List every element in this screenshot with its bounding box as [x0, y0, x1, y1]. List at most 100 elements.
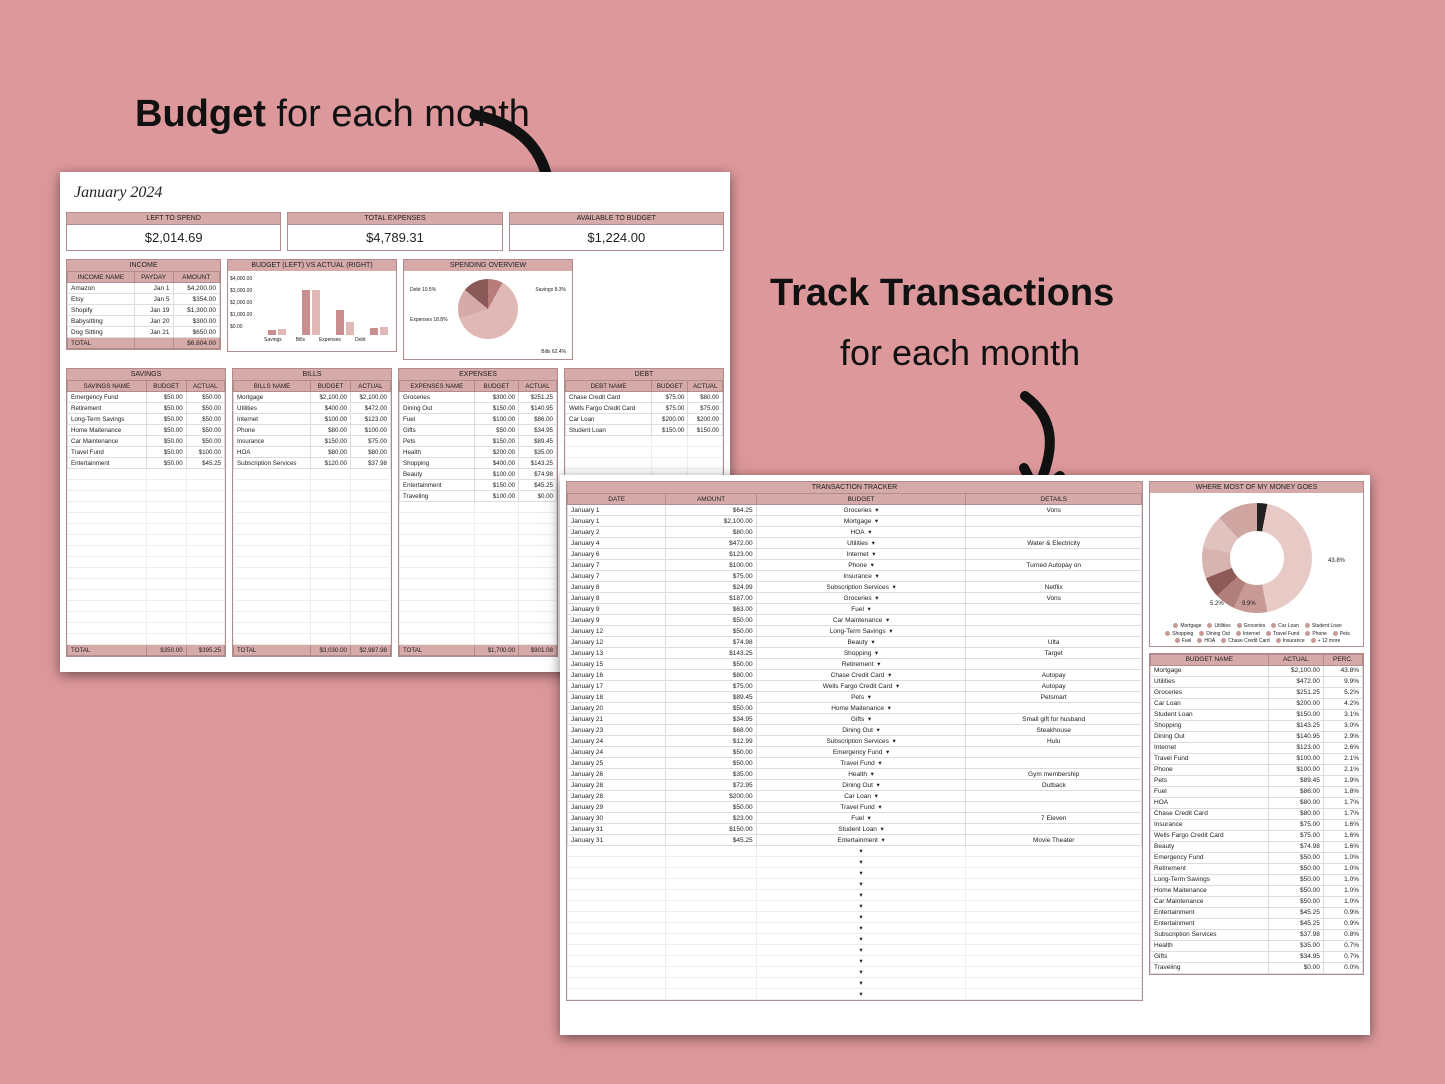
table-row[interactable]: Entertainment$45.250.9%	[1151, 918, 1363, 929]
table-row[interactable]: Mortgage$2,100.0043.8%	[1151, 665, 1363, 676]
table-row[interactable]: HOA$80.001.7%	[1151, 797, 1363, 808]
table-row[interactable]: Wells Fargo Credit Card$75.00$75.00	[566, 403, 723, 414]
table-row[interactable]: Pets$89.451.9%	[1151, 775, 1363, 786]
table-row[interactable]: January 7$100.00Phone ▾Turned Autopay on	[568, 560, 1142, 571]
tracker-table[interactable]: DATEAMOUNTBUDGETDETAILSJanuary 1$64.25Gr…	[567, 493, 1142, 1000]
table-row[interactable]: Car Maintenance$50.001.0%	[1151, 896, 1363, 907]
table-row[interactable]: Dining Out$140.952.9%	[1151, 731, 1363, 742]
table-row[interactable]: Utilities$472.009.9%	[1151, 676, 1363, 687]
table-row[interactable]: January 29$50.00Travel Fund ▾	[568, 802, 1142, 813]
table-row[interactable]: January 16$80.00Chase Credit Card ▾Autop…	[568, 670, 1142, 681]
table-row[interactable]: Car Maintenance$50.00$50.00	[68, 436, 225, 447]
table-row[interactable]: Chase Credit Card$75.00$80.00	[566, 392, 723, 403]
table-row[interactable]: Utilities$400.00$472.00	[234, 403, 391, 414]
table-row[interactable]: Mortgage$2,100.00$2,100.00	[234, 392, 391, 403]
table-row[interactable]: Fuel$100.00$86.00	[400, 414, 557, 425]
table-row[interactable]: January 17$75.00Wells Fargo Credit Card …	[568, 681, 1142, 692]
table-row[interactable]: Subscription Services$120.00$37.98	[234, 458, 391, 469]
income-table[interactable]: INCOME NAMEPAYDAYAMOUNTAmazonJan 1$4,200…	[67, 271, 220, 349]
table-row[interactable]: Shopping$400.00$143.25	[400, 458, 557, 469]
table-row[interactable]: January 28$200.00Car Loan ▾	[568, 791, 1142, 802]
table-row[interactable]: Groceries$251.255.2%	[1151, 687, 1363, 698]
table-row[interactable]: Entertainment$50.00$45.25	[68, 458, 225, 469]
table-row[interactable]: January 20$50.00Home Maitenance ▾	[568, 703, 1142, 714]
table-row[interactable]: January 30$23.00Fuel ▾7 Eleven	[568, 813, 1142, 824]
table-row[interactable]: Home Maitenance$50.001.0%	[1151, 885, 1363, 896]
table-row[interactable]: AmazonJan 1$4,200.00	[68, 283, 220, 294]
expenses-table[interactable]: EXPENSES NAMEBUDGETACTUALGroceries$300.0…	[399, 380, 557, 656]
table-row[interactable]: Health$200.00$35.00	[400, 447, 557, 458]
table-row[interactable]: Car Loan$200.00$200.00	[566, 414, 723, 425]
table-row[interactable]: January 6$123.00Internet ▾	[568, 549, 1142, 560]
table-row[interactable]: Long-Term Savings$50.001.0%	[1151, 874, 1363, 885]
table-row[interactable]: January 25$50.00Travel Fund ▾	[568, 758, 1142, 769]
table-row[interactable]: Pets$150.00$89.45	[400, 436, 557, 447]
table-row[interactable]: Beauty$74.981.6%	[1151, 841, 1363, 852]
table-row[interactable]: Retirement$50.001.0%	[1151, 863, 1363, 874]
table-row[interactable]: Retirement$50.00$50.00	[68, 403, 225, 414]
table-row[interactable]: Insurance$75.001.6%	[1151, 819, 1363, 830]
table-row[interactable]: Home Maitenance$50.00$50.00	[68, 425, 225, 436]
table-row[interactable]: January 12$74.98Beauty ▾Ulta	[568, 637, 1142, 648]
table-row[interactable]: Wells Fargo Credit Card$75.001.6%	[1151, 830, 1363, 841]
table-row[interactable]: Traveling$0.000.0%	[1151, 962, 1363, 973]
table-row[interactable]: Travel Fund$100.002.1%	[1151, 753, 1363, 764]
table-row[interactable]: January 8$24.99Subscription Services ▾Ne…	[568, 582, 1142, 593]
table-row[interactable]: Entertainment$150.00$45.25	[400, 480, 557, 491]
savings-table[interactable]: SAVINGS NAMEBUDGETACTUALEmergency Fund$5…	[67, 380, 225, 656]
table-row[interactable]: January 2$80.00HOA ▾	[568, 527, 1142, 538]
table-row[interactable]: Health$35.000.7%	[1151, 940, 1363, 951]
donut-legend: MortgageUtilitiesGroceriesCar LoanStuden…	[1150, 623, 1363, 646]
table-row[interactable]: Beauty$100.00$74.98	[400, 469, 557, 480]
table-row[interactable]: Dog SittingJan 21$650.00	[68, 327, 220, 338]
table-row[interactable]: January 31$150.00Student Loan ▾	[568, 824, 1142, 835]
table-row[interactable]: January 28$72.95Dining Out ▾Outback	[568, 780, 1142, 791]
table-row[interactable]: Car Loan$200.004.2%	[1151, 698, 1363, 709]
table-row[interactable]: Student Loan$150.00$150.00	[566, 425, 723, 436]
summary-table[interactable]: BUDGET NAMEACTUALPERC.Mortgage$2,100.004…	[1150, 654, 1363, 974]
table-row[interactable]: Groceries$300.00$251.25	[400, 392, 557, 403]
table-row[interactable]: January 13$143.25Shopping ▾Target	[568, 648, 1142, 659]
table-row[interactable]: ShopifyJan 19$1,300.00	[68, 305, 220, 316]
table-row[interactable]: Travel Fund$50.00$100.00	[68, 447, 225, 458]
table-row[interactable]: January 21$34.95Gifts ▾Small gift for hu…	[568, 714, 1142, 725]
table-row[interactable]: January 8$187.00Groceries ▾Vons	[568, 593, 1142, 604]
table-row[interactable]: January 23$68.00Dining Out ▾Steakhouse	[568, 725, 1142, 736]
table-row[interactable]: January 26$35.00Health ▾Gym membership	[568, 769, 1142, 780]
table-row[interactable]: Emergency Fund$50.001.0%	[1151, 852, 1363, 863]
table-row[interactable]: January 31$45.25Entertainment ▾Movie The…	[568, 835, 1142, 846]
table-row[interactable]: January 18$89.45Pets ▾Petsmart	[568, 692, 1142, 703]
table-row[interactable]: Subscription Services$37.980.8%	[1151, 929, 1363, 940]
transaction-sheet: TRANSACTION TRACKER DATEAMOUNTBUDGETDETA…	[560, 475, 1370, 1035]
table-row[interactable]: BabysittingJan 20$300.00	[68, 316, 220, 327]
table-row[interactable]: Gifts$34.950.7%	[1151, 951, 1363, 962]
table-row[interactable]: January 1$64.25Groceries ▾Vons	[568, 505, 1142, 516]
table-row[interactable]: Shopping$143.253.0%	[1151, 720, 1363, 731]
table-row[interactable]: Insurance$150.00$75.00	[234, 436, 391, 447]
table-row[interactable]: January 24$12.99Subscription Services ▾H…	[568, 736, 1142, 747]
table-row[interactable]: Phone$80.00$100.00	[234, 425, 391, 436]
table-row[interactable]: Traveling$100.00$0.00	[400, 491, 557, 502]
table-row[interactable]: Internet$123.002.6%	[1151, 742, 1363, 753]
table-row[interactable]: Long-Term Savings$50.00$50.00	[68, 414, 225, 425]
table-row[interactable]: January 24$50.00Emergency Fund ▾	[568, 747, 1142, 758]
bills-table[interactable]: BILLS NAMEBUDGETACTUALMortgage$2,100.00$…	[233, 380, 391, 656]
table-row[interactable]: Phone$100.002.1%	[1151, 764, 1363, 775]
table-row[interactable]: Emergency Fund$50.00$50.00	[68, 392, 225, 403]
table-row[interactable]: January 7$75.00Insurance ▾	[568, 571, 1142, 582]
table-row[interactable]: January 9$63.00Fuel ▾	[568, 604, 1142, 615]
table-row[interactable]: January 12$50.00Long-Term Savings ▾	[568, 626, 1142, 637]
table-row[interactable]: Entertainment$45.250.9%	[1151, 907, 1363, 918]
table-row[interactable]: EtsyJan 5$354.00	[68, 294, 220, 305]
table-row[interactable]: Student Loan$150.003.1%	[1151, 709, 1363, 720]
table-row[interactable]: Chase Credit Card$80.001.7%	[1151, 808, 1363, 819]
table-row[interactable]: Fuel$86.001.8%	[1151, 786, 1363, 797]
table-row[interactable]: January 4$472.00Utilities ▾Water & Elect…	[568, 538, 1142, 549]
table-row[interactable]: Dining Out$150.00$140.95	[400, 403, 557, 414]
table-row[interactable]: HOA$80.00$80.00	[234, 447, 391, 458]
table-row[interactable]: January 15$50.00Retirement ▾	[568, 659, 1142, 670]
table-row[interactable]: Internet$100.00$123.00	[234, 414, 391, 425]
table-row[interactable]: January 1$2,100.00Mortgage ▾	[568, 516, 1142, 527]
table-row[interactable]: January 9$50.00Car Maintenance ▾	[568, 615, 1142, 626]
table-row[interactable]: Gifts$50.00$34.95	[400, 425, 557, 436]
